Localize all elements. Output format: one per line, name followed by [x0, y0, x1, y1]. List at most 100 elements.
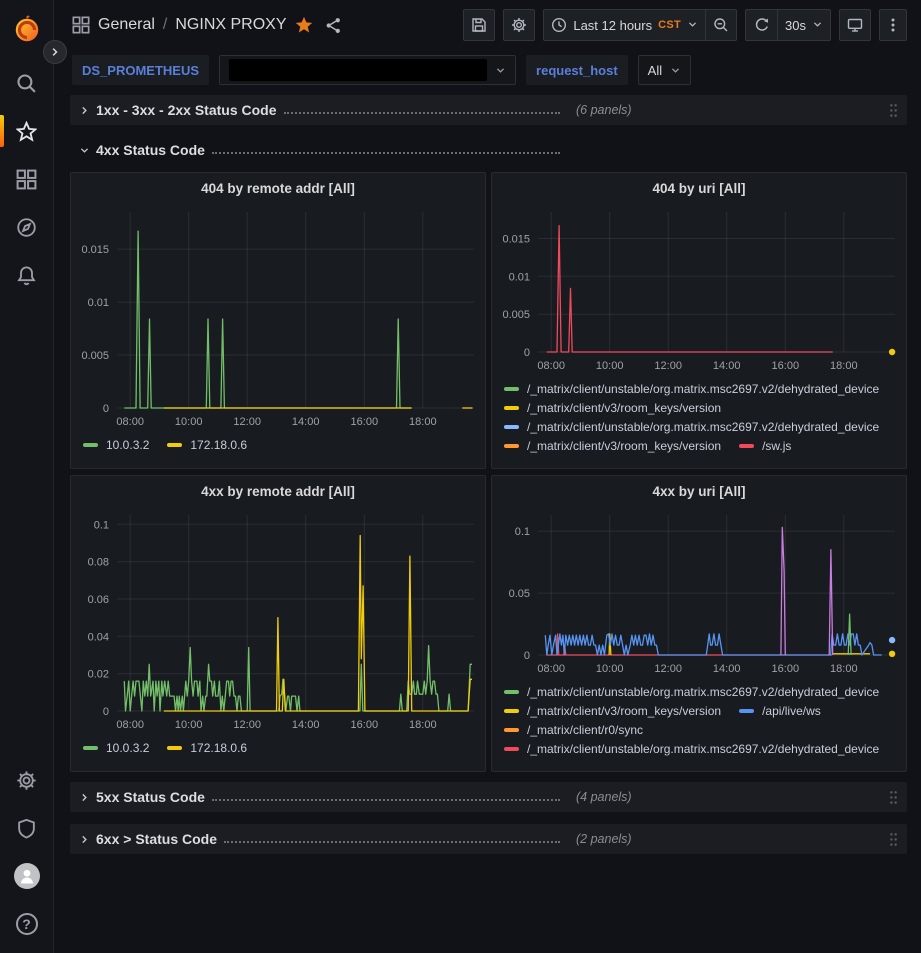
sidebar-expand-button[interactable] — [43, 40, 67, 64]
chart-legend: 10.0.3.2 172.18.0.6 — [71, 434, 485, 452]
dotted-leader — [224, 841, 560, 843]
legend-item[interactable]: 10.0.3.2 — [83, 741, 149, 755]
datasource-variable-label[interactable]: DS_PROMETHEUS — [72, 55, 209, 85]
legend-swatch — [504, 747, 519, 751]
chevron-down-icon — [495, 65, 506, 76]
legend-label: /_matrix/client/v3/room_keys/version — [527, 704, 721, 718]
save-dashboard-button[interactable] — [463, 9, 495, 41]
dashboard-settings-button[interactable] — [503, 9, 535, 41]
request-host-value: All — [648, 63, 662, 78]
svg-text:0.04: 0.04 — [88, 631, 109, 643]
kebab-menu-button[interactable] — [879, 9, 907, 41]
panel-title[interactable]: 404 by uri [All] — [492, 173, 906, 198]
legend-swatch — [739, 709, 754, 713]
legend-label: /sw.js — [762, 439, 791, 453]
legend-label: 10.0.3.2 — [106, 438, 149, 452]
panel-count: (4 panels) — [576, 790, 632, 804]
legend-item[interactable]: /_matrix/client/v3/room_keys/version — [504, 704, 721, 718]
chart-legend: /_matrix/client/unstable/org.matrix.msc2… — [492, 681, 906, 756]
row-5xx[interactable]: 5xx Status Code (4 panels) — [70, 782, 907, 812]
svg-text:12:00: 12:00 — [654, 360, 682, 372]
legend-item[interactable]: /_matrix/client/unstable/org.matrix.msc2… — [504, 742, 879, 756]
time-series-chart[interactable]: 00.050.108:0010:0012:0014:0016:0018:00 — [492, 501, 905, 681]
svg-text:0.08: 0.08 — [88, 557, 109, 569]
legend-swatch — [504, 387, 519, 391]
refresh-interval-picker[interactable]: 30s — [777, 9, 831, 41]
breadcrumb-section[interactable]: General — [98, 16, 155, 34]
svg-text:14:00: 14:00 — [292, 416, 320, 428]
configuration-gear-icon[interactable] — [0, 763, 54, 797]
legend-item[interactable]: /_matrix/client/v3/room_keys/version — [504, 439, 721, 453]
legend-item[interactable]: /_matrix/client/unstable/org.matrix.msc2… — [504, 420, 879, 434]
zoom-out-time-button[interactable] — [705, 9, 737, 41]
explore-compass-icon[interactable] — [0, 210, 54, 244]
svg-text:0.01: 0.01 — [509, 271, 530, 283]
user-avatar[interactable] — [0, 859, 54, 893]
dotted-leader — [284, 112, 560, 114]
legend-item[interactable]: 172.18.0.6 — [167, 438, 247, 452]
server-admin-shield-icon[interactable] — [0, 811, 54, 845]
request-host-variable-label[interactable]: request_host — [526, 55, 628, 85]
request-host-variable-select[interactable]: All — [638, 55, 691, 85]
cycle-view-mode-button[interactable] — [839, 9, 871, 41]
time-series-chart[interactable]: 00.0050.010.01508:0010:0012:0014:0016:00… — [71, 198, 484, 434]
legend-item[interactable]: /_matrix/client/unstable/org.matrix.msc2… — [504, 382, 879, 396]
panel-4xx-by-uri: 4xx by uri [All] 00.050.108:0010:0012:00… — [491, 475, 907, 772]
legend-item[interactable]: 172.18.0.6 — [167, 741, 247, 755]
dotted-leader — [212, 799, 560, 801]
chevron-down-icon — [687, 18, 698, 33]
svg-text:0: 0 — [103, 706, 109, 718]
legend-item[interactable]: /sw.js — [739, 439, 791, 453]
row-drag-handle[interactable] — [888, 832, 899, 847]
legend-item[interactable]: /_matrix/client/v3/room_keys/version — [504, 401, 721, 415]
svg-text:08:00: 08:00 — [537, 663, 565, 675]
dashboards-icon[interactable] — [0, 162, 54, 196]
time-series-chart[interactable]: 00.020.040.060.080.108:0010:0012:0014:00… — [71, 501, 484, 737]
legend-item[interactable]: /_matrix/client/r0/sync — [504, 723, 643, 737]
favorite-star-icon[interactable] — [295, 16, 313, 34]
row-drag-handle[interactable] — [888, 103, 899, 118]
grafana-logo-icon[interactable] — [0, 12, 54, 46]
svg-text:08:00: 08:00 — [116, 719, 144, 731]
variables-bar: DS_PROMETHEUS request_host All — [54, 50, 921, 90]
legend-swatch — [504, 406, 519, 410]
share-icon[interactable] — [325, 17, 342, 34]
grafana-app: ? General / NGINX PROXY Last 12 hours — [0, 0, 921, 953]
legend-label: 172.18.0.6 — [190, 438, 247, 452]
svg-text:14:00: 14:00 — [713, 663, 741, 675]
svg-text:08:00: 08:00 — [537, 360, 565, 372]
panel-title[interactable]: 4xx by remote addr [All] — [71, 476, 485, 501]
chevron-right-icon — [76, 105, 92, 116]
svg-text:10:00: 10:00 — [596, 663, 624, 675]
timezone-badge: CST — [658, 19, 681, 31]
chevron-down-icon — [812, 18, 823, 33]
svg-text:10:00: 10:00 — [175, 719, 203, 731]
panel-title[interactable]: 404 by remote addr [All] — [71, 173, 485, 198]
help-icon[interactable]: ? — [0, 907, 54, 941]
svg-text:12:00: 12:00 — [654, 663, 682, 675]
panel-title[interactable]: 4xx by uri [All] — [492, 476, 906, 501]
breadcrumb: General / NGINX PROXY — [72, 16, 342, 34]
starred-dashboards-icon[interactable] — [0, 114, 54, 148]
svg-text:14:00: 14:00 — [713, 360, 741, 372]
search-icon[interactable] — [0, 66, 54, 100]
legend-item[interactable]: /_matrix/client/unstable/org.matrix.msc2… — [504, 685, 879, 699]
svg-text:14:00: 14:00 — [292, 719, 320, 731]
time-range-picker[interactable]: Last 12 hours CST — [543, 9, 705, 41]
legend-item[interactable]: 10.0.3.2 — [83, 438, 149, 452]
svg-text:18:00: 18:00 — [409, 719, 437, 731]
breadcrumb-dashboard-title[interactable]: NGINX PROXY — [175, 16, 286, 34]
time-series-chart[interactable]: 00.0050.010.01508:0010:0012:0014:0016:00… — [492, 198, 905, 378]
legend-swatch — [504, 728, 519, 732]
legend-item[interactable]: /api/live/ws — [739, 704, 821, 718]
row-6xx[interactable]: 6xx > Status Code (2 panels) — [70, 824, 907, 854]
refresh-button[interactable] — [745, 9, 777, 41]
datasource-variable-select[interactable] — [219, 55, 516, 85]
svg-text:0: 0 — [524, 347, 530, 359]
row-1xx-3xx-2xx[interactable]: 1xx - 3xx - 2xx Status Code (6 panels) — [70, 95, 907, 125]
svg-text:0: 0 — [103, 403, 109, 415]
alerting-bell-icon[interactable] — [0, 258, 54, 292]
row-drag-handle[interactable] — [888, 790, 899, 805]
main-area: General / NGINX PROXY Last 12 hours CST — [54, 0, 921, 953]
row-4xx[interactable]: 4xx Status Code — [70, 137, 907, 163]
